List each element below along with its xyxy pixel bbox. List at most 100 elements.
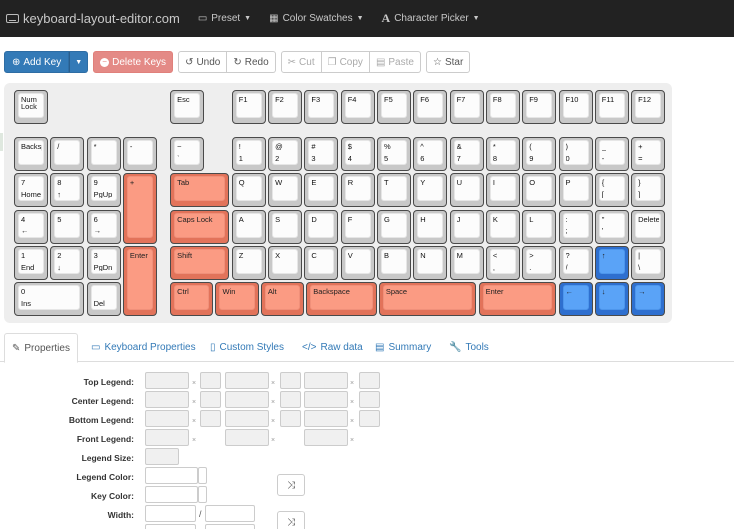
clear-icon[interactable]: × [350, 380, 354, 387]
key-o[interactable]: O [522, 173, 557, 208]
key-comma[interactable]: <, [485, 246, 520, 281]
brand-link[interactable]: keyboard-layout-editor.com [6, 11, 180, 26]
key-f[interactable]: F [340, 209, 375, 244]
key-m[interactable]: M [449, 246, 484, 281]
clear-icon[interactable]: × [350, 399, 354, 406]
key-backslash[interactable]: | \ [631, 246, 666, 281]
key-f2[interactable]: F2 [268, 90, 303, 124]
key-alt[interactable]: Alt [260, 282, 304, 317]
key-left-bracket[interactable]: {[ [594, 173, 629, 208]
add-key-dropdown-button[interactable]: ▼ [69, 51, 89, 73]
key-equals[interactable]: + = [631, 137, 666, 172]
legend-color-input[interactable] [280, 391, 301, 408]
delete-keys-button[interactable]: − Delete Keys [93, 51, 174, 73]
clear-icon[interactable]: × [350, 418, 354, 425]
key-caps-lock[interactable]: Caps Lock [170, 209, 230, 244]
key-numpad-7[interactable]: 7 Home [14, 173, 48, 208]
clear-icon[interactable]: × [271, 437, 275, 444]
legend-color-input[interactable] [359, 391, 380, 408]
clear-icon[interactable]: × [271, 399, 275, 406]
key-numpad-minus[interactable]: - [122, 137, 157, 172]
legend-input[interactable] [145, 391, 189, 408]
key-arrow-left[interactable]: ← [558, 282, 593, 317]
legend-color-input[interactable] [200, 372, 221, 389]
key-period[interactable]: >. [522, 246, 557, 281]
key-f1[interactable]: F1 [231, 90, 266, 124]
key-numpad-slash[interactable]: / [50, 137, 85, 172]
clear-icon[interactable]: × [192, 437, 196, 444]
key-f11[interactable]: F11 [594, 90, 629, 124]
shuffle-button[interactable]: ⤨ [277, 474, 305, 496]
legend-input[interactable] [145, 410, 189, 427]
key-digit-4[interactable]: $4 [340, 137, 375, 172]
color-swatches-menu[interactable]: ▦ Color Swatches ▼ [269, 13, 363, 24]
key-s[interactable]: S [268, 209, 303, 244]
character-picker-menu[interactable]: A Character Picker ▼ [382, 11, 480, 26]
cut-button[interactable]: ✂ Cut [280, 51, 322, 73]
key-d[interactable]: D [304, 209, 339, 244]
key-esc[interactable]: Esc [170, 90, 205, 124]
key-win[interactable]: Win [215, 282, 259, 317]
key-p[interactable]: P [558, 173, 593, 208]
clear-icon[interactable]: × [271, 380, 275, 387]
legend-color-input[interactable] [200, 410, 221, 427]
key-f12[interactable]: F12 [631, 90, 666, 124]
legend-color-input[interactable] [145, 467, 198, 484]
tab-tools[interactable]: 🔧 Tools [449, 333, 489, 362]
tab-custom-styles[interactable]: ▯ Custom Styles [210, 333, 284, 362]
key-a[interactable]: A [231, 209, 266, 244]
key-numpad-3[interactable]: 3 PgDn [86, 246, 121, 281]
clear-icon[interactable]: × [271, 418, 275, 425]
clear-icon[interactable]: × [192, 418, 196, 425]
key-numpad-backspace[interactable]: Backspa [14, 137, 48, 172]
key-j[interactable]: J [449, 209, 484, 244]
tab-raw-data[interactable]: </> Raw data [302, 333, 363, 362]
legend-size-select[interactable] [145, 448, 179, 465]
key-x[interactable]: X [268, 246, 303, 281]
key-arrow-right[interactable]: → [631, 282, 666, 317]
key-backspace[interactable]: Backspace [306, 282, 377, 317]
tab-properties[interactable]: ✎ Properties [4, 333, 78, 363]
legend-color-input[interactable] [280, 410, 301, 427]
key-digit-0[interactable]: ) 0 [558, 137, 593, 172]
key-numpad-6[interactable]: 6 → [86, 209, 121, 244]
key-numpad-0[interactable]: 0 Ins [14, 282, 85, 317]
legend-input[interactable] [304, 410, 348, 427]
key-q[interactable]: Q [231, 173, 266, 208]
key-f9[interactable]: F9 [522, 90, 557, 124]
key-num-lock[interactable]: Num Lock [14, 90, 48, 124]
legend-color-input[interactable] [359, 372, 380, 389]
key-digit-5[interactable]: % 5 [377, 137, 411, 172]
height2-input[interactable] [205, 524, 255, 529]
height-input[interactable] [145, 524, 196, 529]
key-arrow-down[interactable]: ↓ [594, 282, 629, 317]
undo-button[interactable]: ↺ Undo [178, 51, 228, 73]
shuffle-button[interactable]: ⤨ [277, 511, 305, 529]
key-space[interactable]: Space [378, 282, 477, 317]
key-digit-2[interactable]: @2 [268, 137, 303, 172]
key-digit-3[interactable]: #3 [304, 137, 339, 172]
preset-menu[interactable]: ▭ Preset ▼ [198, 13, 251, 24]
key-arrow-up[interactable]: ↑ [594, 246, 629, 281]
key-digit-1[interactable]: ! 1 [231, 137, 266, 172]
key-numpad-8[interactable]: 8 ↑ [50, 173, 85, 208]
key-semicolon[interactable]: :; [558, 209, 593, 244]
key-minus[interactable]: _ - [594, 137, 629, 172]
key-numpad-plus[interactable]: + [122, 173, 157, 244]
key-n[interactable]: N [413, 246, 448, 281]
key-u[interactable]: U [449, 173, 484, 208]
legend-input[interactable] [145, 372, 189, 389]
clear-icon[interactable]: × [192, 399, 196, 406]
key-right-bracket[interactable]: }] [631, 173, 666, 208]
key-shift[interactable]: Shift [170, 246, 230, 281]
key-numpad-del[interactable]: Del [86, 282, 121, 317]
key-f4[interactable]: F4 [340, 90, 375, 124]
key-h[interactable]: H [413, 209, 448, 244]
key-f8[interactable]: F8 [485, 90, 520, 124]
redo-button[interactable]: ↻ Redo [227, 51, 276, 73]
key-f3[interactable]: F3 [304, 90, 339, 124]
legend-input[interactable] [225, 391, 269, 408]
key-r[interactable]: R [340, 173, 375, 208]
legend-color-input[interactable] [280, 372, 301, 389]
tab-keyboard-properties[interactable]: ▭ Keyboard Properties [91, 333, 196, 362]
